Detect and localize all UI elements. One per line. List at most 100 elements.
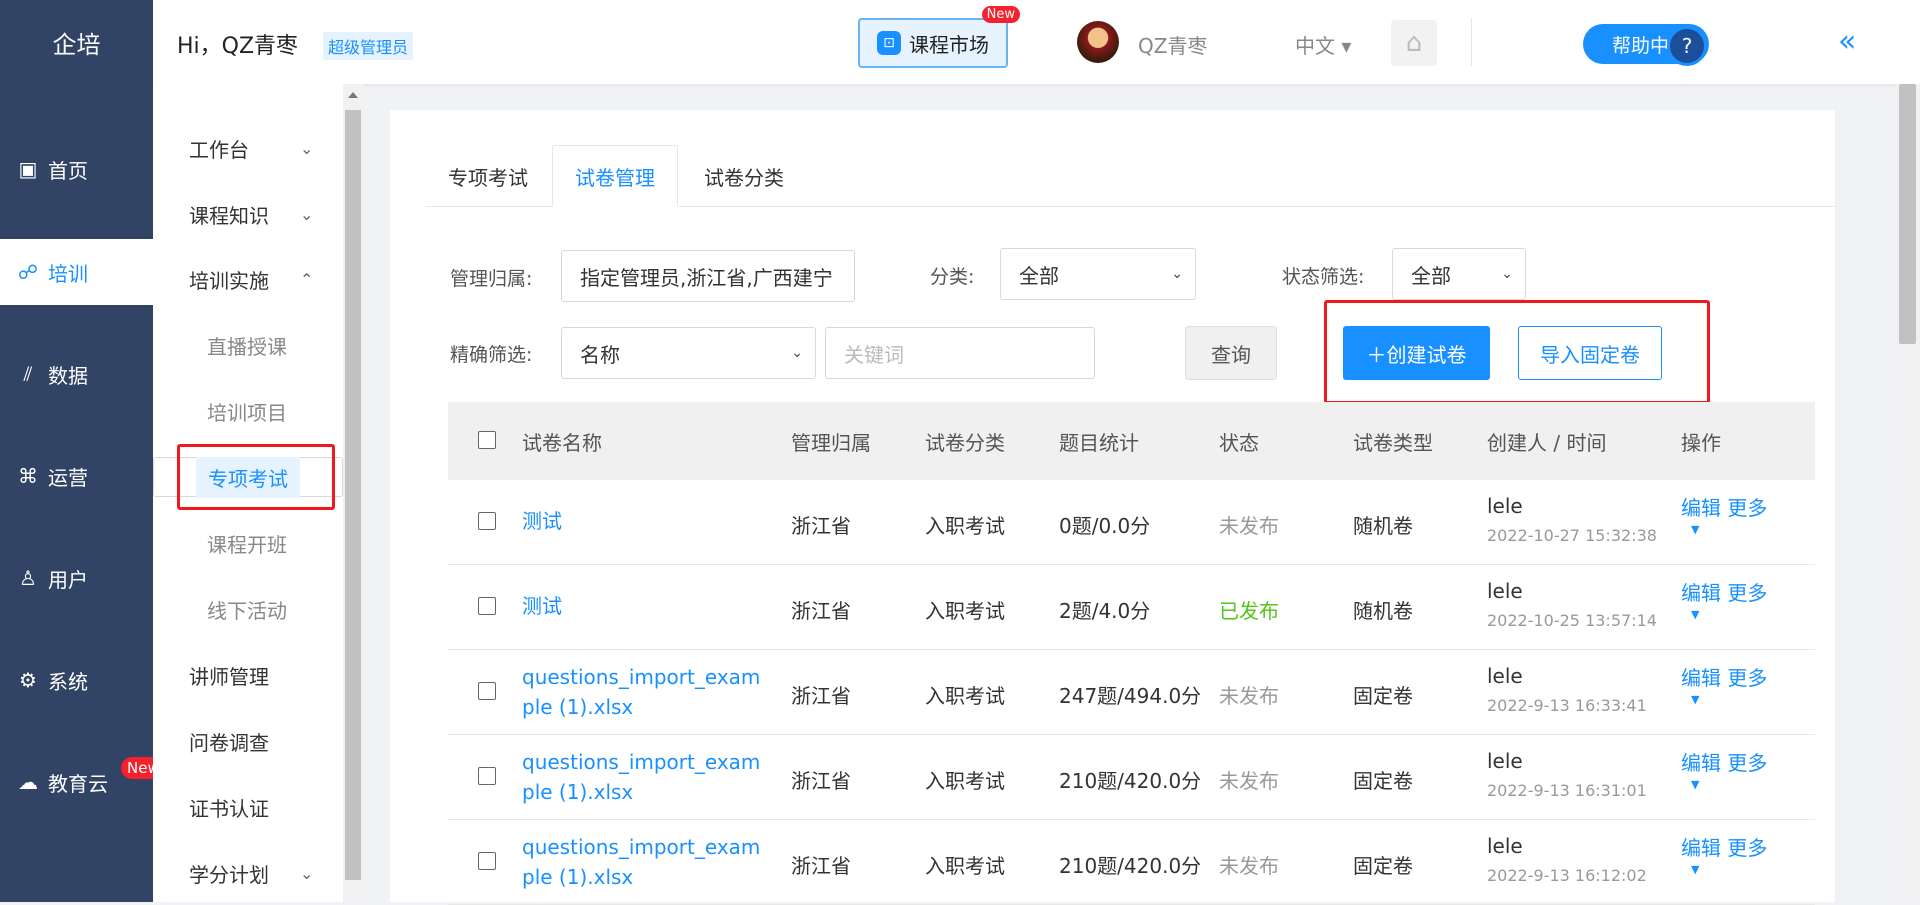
highlight-box — [177, 444, 335, 510]
sidebar-item-projects[interactable]: 培训项目 — [153, 391, 343, 431]
course-market-button[interactable]: ⊡ 课程市场 New — [858, 6, 1020, 68]
table-header: 试卷名称 管理归属 试卷分类 题目统计 状态 试卷类型 创建人 / 时间 操作 — [448, 402, 1815, 480]
paper-name-link[interactable]: questions_import_example (1).xlsx — [522, 662, 772, 722]
sidebar-item-label: 问卷调查 — [189, 730, 269, 755]
row-checkbox[interactable] — [478, 682, 496, 700]
paper-name-link[interactable]: 测试 — [522, 591, 772, 621]
sidebar-item-training-impl[interactable]: 培训实施 ⌃ — [153, 259, 343, 299]
sidebar-item-survey[interactable]: 问卷调查 — [153, 721, 343, 761]
nav-item-users[interactable]: ♙ 用户 — [0, 545, 153, 611]
more-link[interactable]: 更多 — [1727, 581, 1767, 605]
tab-paper-management[interactable]: 试卷管理 — [552, 145, 678, 207]
shopping-bag-icon: ⊡ — [877, 31, 901, 55]
more-link[interactable]: 更多 — [1727, 751, 1767, 775]
language-select[interactable]: 中文 ▾ — [1295, 30, 1351, 59]
chevron-down-icon: ⌄ — [300, 204, 314, 224]
edit-link[interactable]: 编辑 — [1681, 496, 1721, 520]
nav-label: 教育云 — [48, 771, 108, 796]
edit-link[interactable]: 编辑 — [1681, 836, 1721, 860]
edit-link[interactable]: 编辑 — [1681, 751, 1721, 775]
caret-down-icon[interactable]: ▼ — [1691, 863, 1767, 876]
stats-cell: 247题/494.0分 — [1059, 684, 1202, 708]
status-select[interactable]: 全部 ⌄ — [1392, 248, 1526, 300]
paper-name-link[interactable]: questions_import_example (1).xlsx — [522, 747, 772, 807]
row-checkbox[interactable] — [478, 512, 496, 530]
select-all-checkbox[interactable] — [478, 431, 496, 449]
creator-cell: lele — [1487, 749, 1523, 773]
type-cell: 随机卷 — [1353, 514, 1413, 538]
more-link[interactable]: 更多 — [1727, 666, 1767, 690]
nav-item-home[interactable]: ▣ 首页 — [0, 136, 153, 202]
query-button[interactable]: 查询 — [1185, 326, 1277, 380]
caret-down-icon[interactable]: ▼ — [1691, 693, 1767, 706]
sidebar-item-offline[interactable]: 线下活动 — [153, 589, 343, 629]
help-question-icon[interactable]: ? — [1667, 26, 1707, 66]
sidebar-item-credit-plan[interactable]: 学分计划 ⌄ — [153, 853, 343, 893]
scrollbar-thumb[interactable] — [345, 110, 361, 880]
main-nav-rail: 企培 ▣ 首页 ☍ 培训 ⫽ 数据 ⌘ 运营 ♙ 用户 ⚙ 系统 ☁ 教育云 New — [0, 0, 166, 902]
column-header: 试卷类型 — [1353, 430, 1433, 455]
row-actions: 编辑 更多 ▼ — [1681, 492, 1767, 536]
chevron-down-icon: ⌄ — [791, 345, 803, 361]
keyword-input[interactable]: 关键词 — [825, 327, 1095, 379]
greeting: Hi，QZ青枣 — [177, 34, 299, 59]
sidebar-item-classes[interactable]: 课程开班 — [153, 523, 343, 563]
table-row: 测试 浙江省 入职考试 0题/0.0分 未发布 随机卷 lele 2022-10… — [448, 480, 1815, 565]
type-cell: 固定卷 — [1353, 769, 1413, 793]
collapse-icon[interactable]: « — [1838, 24, 1856, 59]
sidebar-item-live[interactable]: 直播授课 — [153, 325, 343, 365]
sidebar-item-course-knowledge[interactable]: 课程知识 ⌄ — [153, 194, 343, 234]
row-checkbox[interactable] — [478, 597, 496, 615]
table-row: questions_import_example (1).xlsx 浙江省 入职… — [448, 735, 1815, 820]
scroll-up-arrow-icon[interactable] — [348, 92, 358, 98]
type-cell: 固定卷 — [1353, 684, 1413, 708]
operations-icon: ⌘ — [18, 464, 38, 488]
caret-down-icon[interactable]: ▼ — [1691, 608, 1767, 621]
tab-paper-category[interactable]: 试卷分类 — [682, 145, 806, 207]
sidebar-scrollbar[interactable] — [343, 84, 363, 902]
new-badge: New — [981, 6, 1020, 23]
caret-down-icon[interactable]: ▼ — [1691, 523, 1767, 536]
sidebar-item-certificate[interactable]: 证书认证 — [153, 787, 343, 827]
edit-link[interactable]: 编辑 — [1681, 666, 1721, 690]
caret-down-icon[interactable]: ▼ — [1691, 778, 1767, 791]
row-checkbox[interactable] — [478, 852, 496, 870]
paper-name-link[interactable]: questions_import_example (1).xlsx — [522, 832, 772, 892]
sidebar-item-label: 线下活动 — [207, 598, 287, 623]
precise-select[interactable]: 名称 ⌄ — [561, 327, 816, 379]
category-cell: 入职考试 — [925, 514, 1005, 538]
main-card: 专项考试 试卷管理 试卷分类 管理归属: 指定管理员,浙江省,广西建宁 分类: … — [390, 110, 1835, 905]
time-cell: 2022-9-13 16:12:02 — [1487, 866, 1647, 885]
tab-special-exam[interactable]: 专项考试 — [426, 145, 550, 207]
sidebar-item-lecturers[interactable]: 讲师管理 — [153, 655, 343, 695]
app-logo: 企培 — [52, 30, 101, 59]
nav-item-operations[interactable]: ⌘ 运营 — [0, 443, 153, 509]
nav-item-system[interactable]: ⚙ 系统 — [0, 647, 153, 713]
column-header: 操作 — [1681, 430, 1721, 455]
owner-cell: 浙江省 — [791, 854, 851, 878]
edit-link[interactable]: 编辑 — [1681, 581, 1721, 605]
stats-cell: 2题/4.0分 — [1059, 599, 1151, 623]
scrollbar-thumb[interactable] — [1899, 84, 1916, 344]
home-icon[interactable]: ⌂ — [1391, 20, 1437, 66]
category-select[interactable]: 全部 ⌄ — [1000, 248, 1196, 300]
owner-field[interactable]: 指定管理员,浙江省,广西建宁 — [561, 250, 855, 302]
sidebar-item-label: 课程知识 — [189, 203, 269, 228]
stats-cell: 0题/0.0分 — [1059, 514, 1151, 538]
row-checkbox[interactable] — [478, 767, 496, 785]
sidebar-item-workbench[interactable]: 工作台 ⌄ — [153, 128, 343, 168]
column-header: 状态 — [1219, 430, 1259, 455]
data-chart-icon: ⫽ — [23, 362, 33, 386]
avatar[interactable] — [1077, 21, 1119, 63]
course-market-label: 课程市场 — [909, 32, 989, 57]
nav-label: 用户 — [48, 567, 88, 592]
page-scrollbar[interactable] — [1895, 84, 1920, 902]
nav-item-data[interactable]: ⫽ 数据 — [0, 341, 153, 407]
status-cell: 未发布 — [1219, 769, 1279, 793]
paper-name-link[interactable]: 测试 — [522, 506, 772, 536]
nav-item-training[interactable]: ☍ 培训 — [0, 239, 153, 305]
username[interactable]: QZ青枣 — [1138, 30, 1207, 59]
owner-cell: 浙江省 — [791, 769, 851, 793]
more-link[interactable]: 更多 — [1727, 836, 1767, 860]
more-link[interactable]: 更多 — [1727, 496, 1767, 520]
